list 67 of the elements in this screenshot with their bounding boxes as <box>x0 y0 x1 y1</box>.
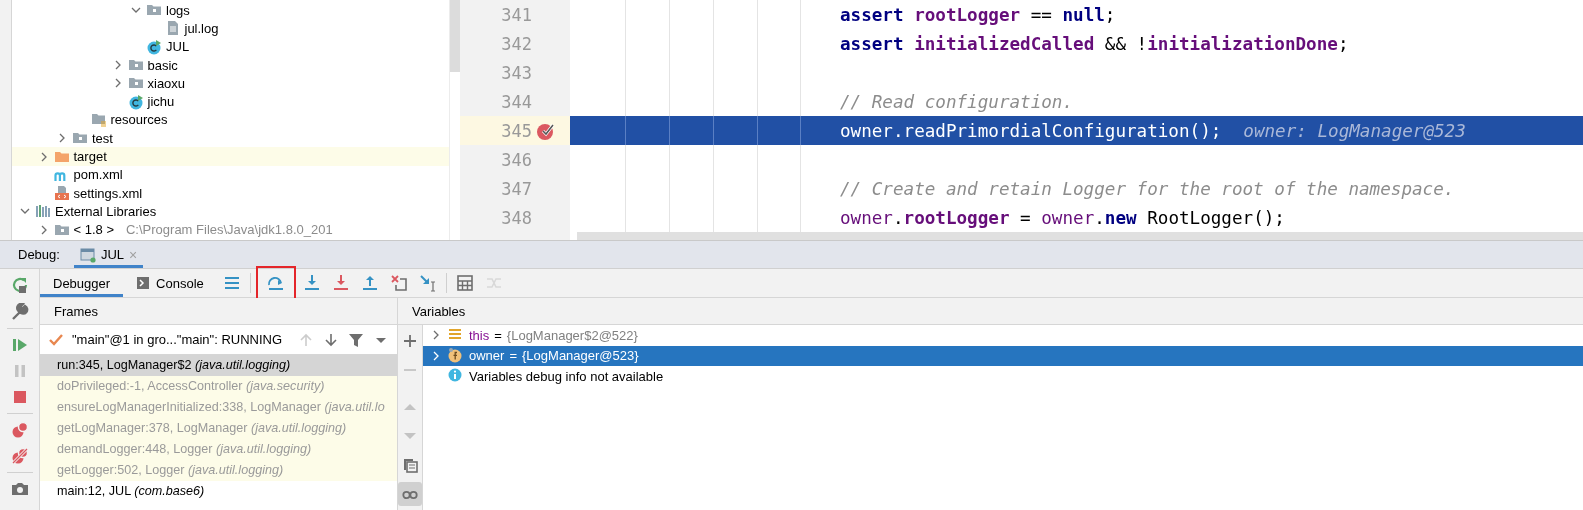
wrench-icon[interactable] <box>10 303 29 321</box>
tree-item[interactable]: External Libraries <box>55 203 157 219</box>
frame-row[interactable]: main:12, JUL (com.base6) <box>40 481 397 502</box>
field-icon <box>448 347 462 364</box>
info-message: Variables debug info not available <box>469 368 664 384</box>
console-icon <box>136 276 151 290</box>
tree-item[interactable]: resources <box>110 112 168 128</box>
tree-item[interactable]: logs <box>166 2 190 18</box>
tree-item[interactable]: jichu <box>147 94 175 110</box>
tree-item[interactable]: < 1.8 > <box>73 222 114 238</box>
frame-row[interactable]: run:345, LogManager$2 (java.util.logging) <box>40 355 397 376</box>
tree-item[interactable]: settings.xml <box>73 185 143 201</box>
tree-item[interactable]: test <box>92 130 113 146</box>
code-line: assert rootLogger == null; <box>840 4 1116 25</box>
thread-selector[interactable]: "main"@1 in gro..."main": RUNNING <box>72 332 283 347</box>
path-label: C:\Program Files\Java\jdk1.8.0_201 <box>126 222 333 238</box>
tab[interactable]: Console <box>123 269 217 297</box>
chevron-right-icon[interactable] <box>431 330 441 341</box>
scrollbar[interactable] <box>450 0 460 72</box>
pane-title: Variables <box>412 303 466 319</box>
line-number: 342 <box>500 33 532 54</box>
line-number: 348 <box>500 207 532 228</box>
line-number: 341 <box>500 4 532 25</box>
tree-item[interactable]: xiaoxu <box>147 75 186 91</box>
code-line: owner.rootLogger = owner.new RootLogger(); <box>840 207 1285 228</box>
mute-breakpoints-icon[interactable] <box>10 447 29 465</box>
glasses-icon[interactable] <box>398 482 422 506</box>
class-icon <box>127 93 144 110</box>
tree-item[interactable]: basic <box>147 57 178 73</box>
variable-name: this <box>469 327 490 343</box>
code-line: // Read configuration. <box>840 91 1074 112</box>
selected-row-highlight[interactable]: owner = {LogManager@523} <box>423 345 1583 366</box>
line-number: 347 <box>500 178 532 199</box>
chevron-right-icon[interactable] <box>57 133 67 144</box>
rerun-icon[interactable] <box>10 277 29 295</box>
tree-item[interactable]: target <box>73 149 107 164</box>
resume-icon[interactable] <box>10 336 29 354</box>
library-icon <box>35 203 51 220</box>
variable-value: {LogManager@523} <box>522 348 639 364</box>
resources-folder-icon <box>90 111 107 128</box>
line-number: 346 <box>500 149 532 170</box>
tree-item[interactable]: pom.xml <box>73 167 123 183</box>
equals-sign: = <box>509 348 517 364</box>
line-number: 343 <box>500 62 532 83</box>
filter-icon[interactable] <box>348 331 364 348</box>
tree-item[interactable]: jul.log <box>184 20 219 36</box>
code-line: owner.readPrimordialConfiguration(); <box>840 120 1222 141</box>
code-line: assert initializedCalled && !initializationDone; <box>840 33 1349 54</box>
class-icon <box>146 38 162 55</box>
pane-title: Frames <box>54 303 99 319</box>
tree-item[interactable]: JUL <box>166 39 190 55</box>
line-number: 345 <box>500 120 532 141</box>
camera-icon[interactable] <box>10 480 29 498</box>
tree-row-highlight[interactable]: target <box>12 147 449 166</box>
xml-file-icon <box>53 185 70 202</box>
variable-value: {LogManager$2@522} <box>506 327 638 343</box>
inline-value-hint: owner: LogManager@523 <box>1243 120 1466 141</box>
scrollbar[interactable] <box>577 232 1583 240</box>
breakpoints-icon[interactable] <box>10 421 29 439</box>
equals-sign: = <box>494 327 502 343</box>
window-icon <box>79 246 96 263</box>
line-number: 344 <box>500 91 532 112</box>
chevron-right-icon[interactable] <box>431 350 441 361</box>
panel-title: Debug: <box>17 246 60 264</box>
code-line: // Create and retain Logger for the root of the namespace. <box>840 178 1455 199</box>
variable-name: owner <box>469 348 505 364</box>
arrow-down-icon[interactable] <box>323 331 339 348</box>
